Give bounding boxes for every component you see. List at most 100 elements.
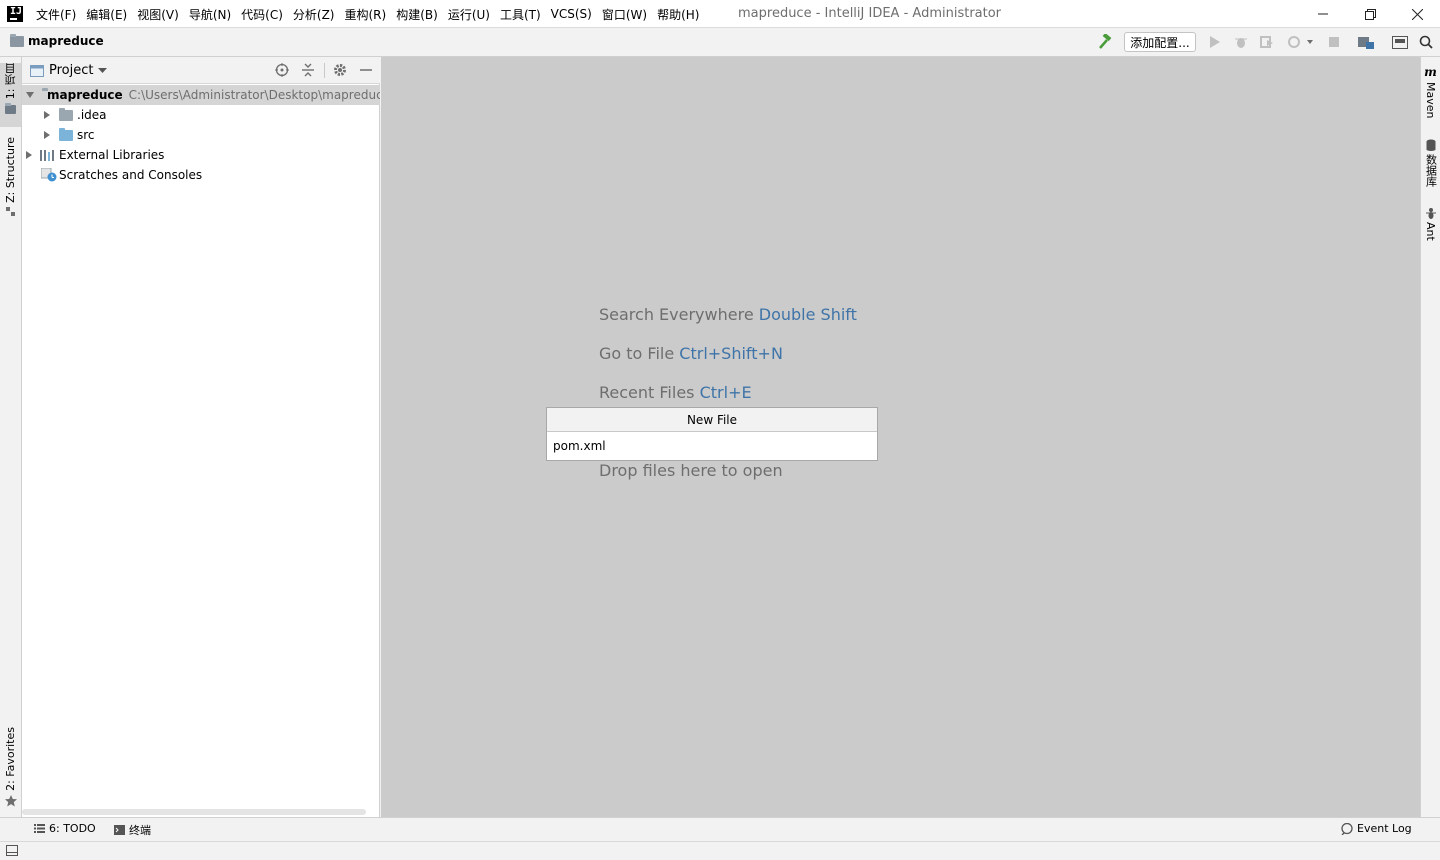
menu-navigate[interactable]: 导航(N) <box>184 6 236 23</box>
chevron-right-icon[interactable] <box>44 111 50 119</box>
locate-icon[interactable] <box>274 62 290 78</box>
tree-node-scratches[interactable]: Scratches and Consoles <box>22 165 380 185</box>
hint-text: Recent Files <box>599 383 695 402</box>
menu-code[interactable]: 代码(C) <box>236 6 288 23</box>
ant-tool-tab[interactable]: Ant <box>1421 207 1440 249</box>
horizontal-scrollbar[interactable] <box>22 809 366 815</box>
project-folder-icon <box>10 33 24 47</box>
menu-file[interactable]: 文件(F) <box>31 6 81 23</box>
maven-tab-label: Maven <box>1424 82 1437 119</box>
project-tab-label: 1: 项目 <box>3 63 17 100</box>
hint-text: Go to File <box>599 344 675 363</box>
database-tab-label: 数据库 <box>1424 154 1438 187</box>
profile-dropdown-icon[interactable] <box>1286 34 1316 50</box>
star-icon <box>4 794 17 807</box>
structure-tool-tab[interactable]: Z: Structure <box>0 137 21 217</box>
project-tool-tab[interactable]: 1: 项目 <box>0 63 21 127</box>
bottom-tool-bar: 6: TODO 终端 Event Log <box>0 817 1440 841</box>
chevron-down-icon[interactable] <box>26 92 34 98</box>
tree-node-project-root[interactable]: mapreduce C:\Users\Administrator\Desktop… <box>22 85 380 105</box>
hint-search-everywhere: Search Everywhere Double Shift <box>599 305 857 324</box>
menu-help[interactable]: 帮助(H) <box>652 6 704 23</box>
new-file-name-input[interactable] <box>547 432 877 460</box>
project-panel-header: Project <box>22 57 380 84</box>
source-folder-icon <box>59 127 73 141</box>
breadcrumb[interactable]: mapreduce <box>10 33 104 48</box>
menu-window[interactable]: 窗口(W) <box>597 6 652 23</box>
restore-button[interactable] <box>1347 0 1393 28</box>
tree-node-idea[interactable]: .idea <box>22 105 380 125</box>
terminal-tool-tab[interactable]: 终端 <box>114 822 151 838</box>
chevron-right-icon[interactable] <box>26 151 32 159</box>
menu-view[interactable]: 视图(V) <box>132 6 184 23</box>
todo-list-icon <box>34 824 45 833</box>
terminal-icon <box>114 825 125 835</box>
event-log-tool-tab[interactable]: Event Log <box>1341 822 1412 835</box>
close-button[interactable] <box>1394 0 1440 28</box>
ant-tab-label: Ant <box>1424 222 1437 241</box>
collapse-all-icon[interactable] <box>300 62 316 78</box>
terminal-tab-label: 终端 <box>129 824 151 837</box>
gear-icon[interactable] <box>332 62 348 78</box>
run-icon[interactable] <box>1207 34 1223 50</box>
chevron-down-icon <box>98 67 108 73</box>
project-view-selector[interactable]: Project <box>30 63 108 78</box>
stop-icon[interactable] <box>1326 34 1342 50</box>
minimize-button[interactable] <box>1300 0 1346 28</box>
add-configuration-button[interactable]: 添加配置... <box>1124 32 1196 52</box>
scratches-icon <box>41 168 57 182</box>
hint-shortcut: Ctrl+E <box>699 383 752 402</box>
tree-node-label: src <box>77 128 95 142</box>
right-tool-stripe: m Maven 数据库 Ant <box>1420 57 1440 817</box>
navigation-bar: mapreduce 添加配置... <box>0 28 1440 57</box>
hint-go-to-file: Go to File Ctrl+Shift+N <box>599 344 783 363</box>
new-file-popup-title: New File <box>547 408 877 432</box>
structure-tab-label: Z: Structure <box>4 137 17 203</box>
project-structure-icon[interactable] <box>1358 34 1374 50</box>
menu-build[interactable]: 构建(B) <box>391 6 443 23</box>
hide-panel-icon[interactable] <box>358 62 374 78</box>
window-title: mapreduce - IntelliJ IDEA - Administrato… <box>738 6 1002 21</box>
hint-shortcut: Ctrl+Shift+N <box>679 344 783 363</box>
event-log-icon <box>1341 822 1353 835</box>
status-bar <box>0 841 1440 860</box>
build-hammer-icon[interactable] <box>1096 34 1112 50</box>
chevron-right-icon[interactable] <box>44 131 50 139</box>
maven-tool-tab[interactable]: m Maven <box>1421 65 1440 125</box>
tree-node-label: .idea <box>77 108 107 122</box>
menu-refactor[interactable]: 重构(R) <box>340 6 392 23</box>
tree-node-src[interactable]: src <box>22 125 380 145</box>
debug-icon[interactable] <box>1233 34 1249 50</box>
favorites-tab-label: 2: Favorites <box>4 727 17 791</box>
menu-bar: 文件(F) 编辑(E) 视图(V) 导航(N) 代码(C) 分析(Z) 重构(R… <box>31 0 704 28</box>
maven-icon: m <box>1424 65 1437 79</box>
project-tab-icon <box>5 103 16 115</box>
title-bar: IJ 文件(F) 编辑(E) 视图(V) 导航(N) 代码(C) 分析(Z) 重… <box>0 0 1440 28</box>
tree-node-path: C:\Users\Administrator\Desktop\mapreduce <box>128 88 380 102</box>
menu-edit[interactable]: 编辑(E) <box>81 6 132 23</box>
toggle-tool-windows-icon[interactable] <box>6 845 18 856</box>
run-coverage-icon[interactable] <box>1259 34 1275 50</box>
ant-icon <box>1425 208 1436 219</box>
hint-recent-files: Recent Files Ctrl+E <box>599 383 752 402</box>
menu-run[interactable]: 运行(U) <box>443 6 495 23</box>
menu-vcs[interactable]: VCS(S) <box>546 7 597 21</box>
menu-analyze[interactable]: 分析(Z) <box>288 6 340 23</box>
left-tool-stripe: 1: 项目 Z: Structure 2: Favorites <box>0 57 22 817</box>
tree-node-external-libraries[interactable]: External Libraries <box>22 145 380 165</box>
new-file-popup: New File <box>546 407 878 461</box>
tree-node-label: Scratches and Consoles <box>59 168 203 182</box>
presentation-mode-icon[interactable] <box>1392 34 1408 50</box>
restore-icon <box>1364 8 1376 20</box>
search-icon[interactable] <box>1418 34 1434 50</box>
todo-tool-tab[interactable]: 6: TODO <box>34 822 96 835</box>
database-tool-tab[interactable]: 数据库 <box>1421 139 1440 193</box>
hint-text: Search Everywhere <box>599 305 754 324</box>
libraries-icon <box>40 150 54 161</box>
favorites-tool-tab[interactable]: 2: Favorites <box>0 727 21 809</box>
menu-tools[interactable]: 工具(T) <box>495 6 546 23</box>
project-panel-title: Project <box>49 63 94 78</box>
folder-icon <box>59 107 73 121</box>
tree-node-label: External Libraries <box>59 148 165 162</box>
todo-tab-label: 6: TODO <box>49 822 96 835</box>
